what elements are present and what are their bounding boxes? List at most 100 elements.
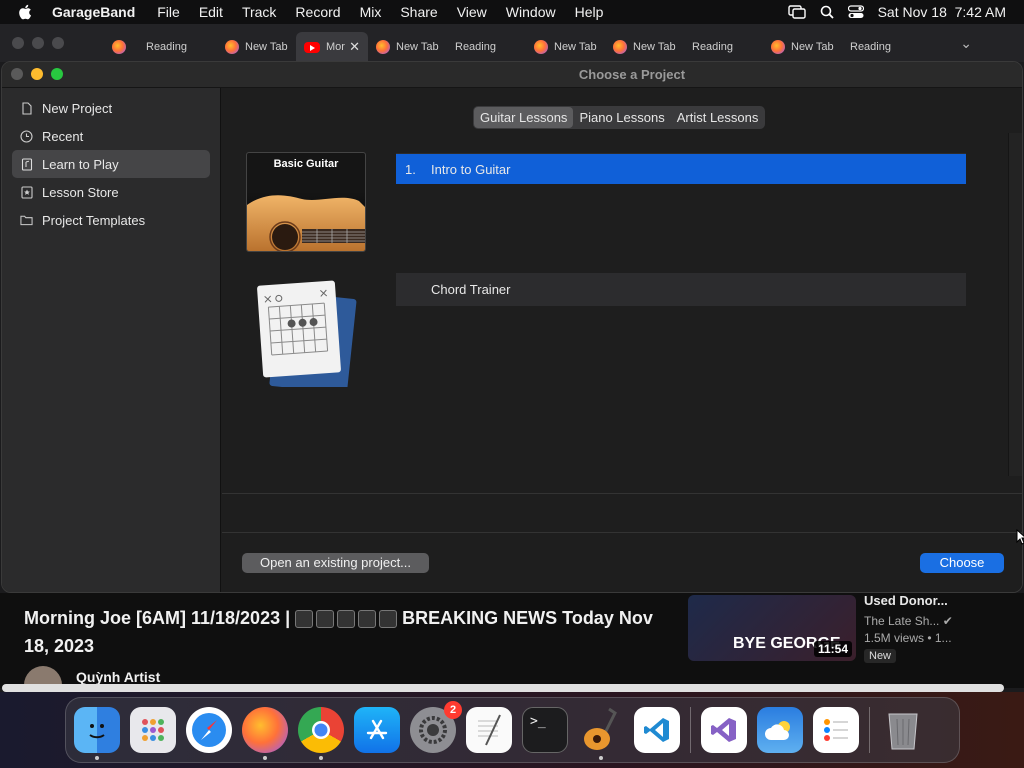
- browser-tab[interactable]: New Tab: [526, 32, 605, 62]
- video-title[interactable]: Morning Joe [6AM] 11/18/2023 | BREAKING …: [24, 604, 674, 660]
- trash-icon[interactable]: [880, 707, 926, 753]
- dock: 2 >_: [65, 697, 960, 763]
- menu-clock[interactable]: Sat Nov 18 7:42 AM: [878, 4, 1006, 20]
- recommended-video-title: Used Donor...: [864, 593, 948, 608]
- verified-icon: ✔: [942, 614, 953, 628]
- weather-icon[interactable]: [757, 707, 803, 753]
- visual-studio-icon[interactable]: [701, 707, 747, 753]
- firefox-icon: [112, 40, 126, 54]
- youtube-page-background: Morning Joe [6AM] 11/18/2023 | BREAKING …: [0, 593, 1024, 704]
- project-chooser-window: New Project Recent Learn to Play Lesson …: [1, 61, 1023, 593]
- star-icon: [20, 185, 33, 199]
- window-footer: Open an existing project... Choose: [222, 493, 1022, 592]
- menu-view[interactable]: View: [457, 4, 487, 20]
- sidebar-item-project-templates[interactable]: Project Templates: [12, 206, 210, 234]
- vertical-scrollbar[interactable]: [1008, 133, 1022, 476]
- spotlight-search-icon[interactable]: [820, 5, 834, 19]
- close-window-button[interactable]: [11, 68, 23, 80]
- lesson-number: 1.: [405, 161, 416, 177]
- menu-share[interactable]: Share: [400, 4, 437, 20]
- safari-icon[interactable]: [186, 707, 232, 753]
- menu-bar: GarageBand File Edit Track Record Mix Sh…: [0, 0, 1024, 24]
- browser-tab[interactable]: Reading: [684, 32, 763, 62]
- sidebar: New Project Recent Learn to Play Lesson …: [2, 62, 221, 592]
- dock-separator: [690, 707, 691, 753]
- menu-file[interactable]: File: [157, 4, 180, 20]
- finder-icon[interactable]: [74, 707, 120, 760]
- lesson-row-intro-to-guitar[interactable]: 1. Intro to Guitar: [396, 153, 966, 184]
- menu-window[interactable]: Window: [506, 4, 556, 20]
- lesson-title: Chord Trainer: [431, 282, 511, 297]
- sidebar-item-learn-to-play[interactable]: Learn to Play: [12, 150, 210, 178]
- browser-tab[interactable]: New Tab: [605, 32, 684, 62]
- window-titlebar: Choose a Project: [2, 62, 1022, 88]
- browser-traffic-lights: [12, 37, 64, 49]
- recommended-channel: The Late Sh... ✔: [864, 614, 953, 628]
- horizontal-scrollbar[interactable]: [2, 684, 1004, 692]
- tab-artist-lessons[interactable]: Artist Lessons: [671, 107, 765, 128]
- vscode-icon[interactable]: [634, 707, 680, 753]
- recommended-video-info[interactable]: Used Donor... The Late Sh... ✔ 1.5M view…: [864, 593, 1024, 663]
- lesson-row-chord-trainer[interactable]: Chord Trainer: [396, 273, 966, 306]
- notification-badge: 2: [444, 701, 462, 719]
- garageband-icon[interactable]: [578, 707, 624, 760]
- reminders-icon[interactable]: [813, 707, 859, 753]
- chrome-icon[interactable]: [298, 707, 344, 760]
- chord-trainer-thumbnail[interactable]: [246, 280, 366, 387]
- tab-piano-lessons[interactable]: Piano Lessons: [573, 107, 670, 128]
- document-icon: [20, 101, 33, 115]
- channel-name[interactable]: Quỳnh Artist: [76, 669, 160, 685]
- browser-tab-bar: Reading New Tab Mor ✕ New Tab Reading New…: [0, 24, 1024, 62]
- chord-chart-icon: [257, 280, 357, 387]
- menu-record[interactable]: Record: [295, 4, 340, 20]
- sidebar-item-recent[interactable]: Recent: [12, 122, 210, 150]
- app-store-icon[interactable]: [354, 707, 400, 753]
- screen-mirroring-icon[interactable]: [787, 5, 806, 19]
- lesson-category-segmented-control: Guitar Lessons Piano Lessons Artist Less…: [473, 106, 766, 129]
- window-traffic-lights: [11, 68, 63, 80]
- tab-overflow-chevron-icon[interactable]: ⌄: [960, 35, 972, 52]
- lesson-title: Intro to Guitar: [431, 161, 511, 177]
- minimize-window-button[interactable]: [31, 68, 43, 80]
- close-tab-icon[interactable]: ✕: [349, 39, 360, 55]
- textedit-icon[interactable]: [466, 707, 512, 753]
- firefox-icon: [534, 40, 548, 54]
- choose-button[interactable]: Choose: [920, 553, 1004, 573]
- menu-edit[interactable]: Edit: [199, 4, 223, 20]
- browser-tab[interactable]: New Tab: [368, 32, 447, 62]
- basic-guitar-thumbnail[interactable]: Basic Guitar: [246, 152, 366, 252]
- browser-tab[interactable]: [104, 32, 138, 62]
- menu-track[interactable]: Track: [242, 4, 276, 20]
- control-center-icon[interactable]: [847, 5, 864, 19]
- launchpad-icon[interactable]: [130, 707, 176, 753]
- browser-tab[interactable]: Reading: [138, 32, 217, 62]
- system-settings-icon[interactable]: 2: [410, 701, 462, 753]
- browser-tab-active[interactable]: Mor ✕: [296, 32, 368, 62]
- lesson-book-icon: [20, 157, 33, 171]
- apple-logo-icon[interactable]: [18, 4, 36, 20]
- tab-guitar-lessons[interactable]: Guitar Lessons: [474, 107, 574, 128]
- browser-tab[interactable]: Reading: [447, 32, 526, 62]
- firefox-icon: [771, 40, 785, 54]
- browser-tab[interactable]: New Tab: [763, 32, 842, 62]
- zoom-window-button[interactable]: [51, 68, 63, 80]
- clock-icon: [20, 129, 33, 143]
- sidebar-item-new-project[interactable]: New Project: [12, 94, 210, 122]
- terminal-icon[interactable]: >_: [522, 707, 568, 753]
- emoji-boxes: [295, 610, 398, 629]
- menu-help[interactable]: Help: [575, 4, 604, 20]
- youtube-icon: [304, 41, 320, 53]
- folder-icon: [20, 214, 33, 227]
- menu-app-name[interactable]: GarageBand: [52, 4, 135, 20]
- sidebar-item-lesson-store[interactable]: Lesson Store: [12, 178, 210, 206]
- acoustic-guitar-icon: [247, 195, 365, 251]
- firefox-icon[interactable]: [242, 707, 288, 760]
- mouse-cursor-icon: [1016, 529, 1024, 545]
- new-badge: New: [864, 649, 897, 663]
- browser-tab[interactable]: Reading: [842, 32, 921, 62]
- dock-separator: [869, 707, 870, 753]
- browser-tab[interactable]: New Tab: [217, 32, 296, 62]
- open-existing-project-button[interactable]: Open an existing project...: [242, 553, 429, 573]
- recommended-video-thumbnail[interactable]: BYE GEORGE 11:54: [688, 595, 856, 661]
- menu-mix[interactable]: Mix: [360, 4, 382, 20]
